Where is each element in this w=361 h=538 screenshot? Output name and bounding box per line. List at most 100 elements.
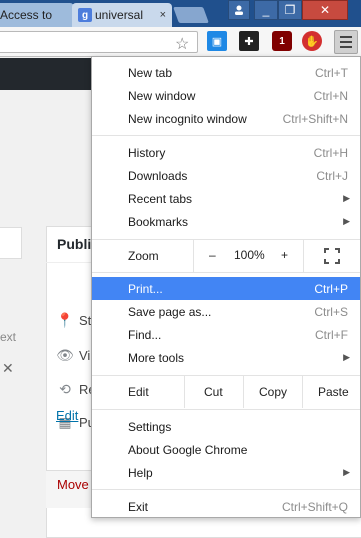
submenu-arrow-icon: ▶ — [343, 352, 350, 362]
address-bar[interactable]: ☆ — [0, 31, 198, 53]
menu-item-label: New tab — [128, 65, 173, 80]
zoom-label: Zoom — [128, 249, 159, 263]
menu-item-new-window[interactable]: New window Ctrl+N — [92, 84, 360, 107]
expand-icon[interactable]: ✕ — [2, 360, 14, 377]
submenu-arrow-icon: ▶ — [343, 467, 350, 477]
menu-item-label: Exit — [128, 499, 149, 514]
menu-item-shortcut: Ctrl+S — [314, 304, 348, 319]
menu-item-shortcut: Ctrl+Shift+N — [282, 111, 348, 126]
menu-item-shortcut: Ctrl+H — [313, 145, 348, 160]
user-icon[interactable] — [228, 0, 250, 20]
menu-item-exit[interactable]: Exit Ctrl+Shift+Q — [92, 495, 360, 518]
chrome-menu-button[interactable] — [334, 30, 358, 54]
menu-item-shortcut: Ctrl+P — [314, 281, 348, 296]
menu-separator — [92, 409, 360, 410]
menu-item-shortcut: Ctrl+T — [315, 65, 348, 80]
menu-item-new-incognito-window[interactable]: New incognito window Ctrl+Shift+N — [92, 107, 360, 130]
tab-close-icon[interactable]: × — [160, 9, 166, 21]
paste-button[interactable]: Paste — [318, 385, 349, 399]
menu-item-label: Find... — [128, 327, 162, 342]
menu-item-label: New window — [128, 88, 196, 103]
google-favicon-icon: g — [78, 8, 92, 22]
minimize-button[interactable]: _ — [254, 0, 278, 20]
menu-item-history[interactable]: History Ctrl+H — [92, 141, 360, 164]
menu-item-label: Help — [128, 465, 153, 480]
move-to-trash-link[interactable]: Move — [57, 477, 89, 492]
history-icon: ⟲ — [59, 380, 71, 397]
menu-item-downloads[interactable]: Downloads Ctrl+J — [92, 164, 360, 187]
visibility-label: Vi — [79, 347, 91, 363]
new-tab-button[interactable] — [173, 7, 209, 23]
pin-icon: 📍 — [56, 311, 74, 328]
hamburger-line — [340, 36, 352, 38]
edit-link[interactable]: Edit — [56, 408, 78, 423]
eye-icon: 👁 — [56, 346, 74, 363]
submenu-arrow-icon: ▶ — [343, 216, 350, 226]
stop-hand-icon[interactable]: ✋ — [302, 31, 322, 51]
zoom-in-button[interactable]: + — [281, 248, 288, 262]
hamburger-line — [340, 46, 352, 48]
menu-item-label: Print... — [128, 281, 163, 296]
menu-item-label: Downloads — [128, 168, 188, 183]
submenu-arrow-icon: ▶ — [343, 193, 350, 203]
zoom-level: 100% — [234, 248, 265, 262]
menu-item-label: Save page as... — [128, 304, 212, 319]
cut-button[interactable]: Cut — [204, 385, 223, 399]
menu-item-shortcut: Ctrl+J — [316, 168, 348, 183]
bookmark-star-icon[interactable]: ☆ — [175, 34, 189, 54]
revisions-row: ⟲ Re — [57, 381, 96, 397]
menu-item-more-tools[interactable]: More tools ▶ — [92, 346, 360, 369]
menu-item-settings[interactable]: Settings — [92, 415, 360, 438]
divider — [302, 376, 303, 408]
extension-grid-icon[interactable]: ✚ — [239, 31, 259, 51]
divider — [193, 240, 194, 272]
ublock-icon[interactable]: 1 — [272, 31, 292, 51]
maximize-button[interactable]: ❐ — [278, 0, 302, 20]
menu-item-bookmarks[interactable]: Bookmarks ▶ — [92, 210, 360, 233]
fullscreen-icon[interactable] — [324, 248, 340, 264]
tab-label: Access to — [0, 8, 53, 22]
menu-item-shortcut: Ctrl+Shift+Q — [281, 499, 348, 514]
menu-item-about[interactable]: About Google Chrome — [92, 438, 360, 461]
status-label: St — [79, 312, 92, 328]
menu-item-label: Settings — [128, 419, 172, 434]
edit-label: Edit — [128, 385, 149, 399]
hamburger-line — [340, 41, 352, 43]
copy-button[interactable]: Copy — [259, 385, 287, 399]
tab-access[interactable]: Access to — [0, 3, 74, 27]
menu-item-print[interactable]: Print... Ctrl+P — [92, 277, 360, 300]
chrome-menu: New tab Ctrl+T New window Ctrl+N New inc… — [91, 56, 361, 518]
menu-separator — [92, 135, 360, 136]
menu-zoom-row: Zoom – 100% + — [92, 240, 360, 272]
zoom-out-button[interactable]: – — [209, 248, 216, 262]
menu-item-save-page-as[interactable]: Save page as... Ctrl+S — [92, 300, 360, 323]
tab-universal[interactable]: g universal × — [72, 3, 172, 27]
menu-item-label: New incognito window — [128, 111, 247, 126]
menu-item-shortcut: Ctrl+F — [315, 327, 348, 342]
menu-separator — [92, 489, 360, 490]
visibility-row: 👁 Vi — [56, 346, 91, 363]
menu-edit-row: Edit Cut Copy Paste — [92, 376, 360, 408]
menu-item-label: About Google Chrome — [128, 442, 248, 457]
menu-item-new-tab[interactable]: New tab Ctrl+T — [92, 61, 360, 84]
extension-blue-icon[interactable]: ▣ — [207, 31, 227, 51]
menu-item-shortcut: Ctrl+N — [313, 88, 348, 103]
left-panel-text: ext — [0, 330, 17, 344]
divider — [303, 240, 304, 272]
menu-item-find[interactable]: Find... Ctrl+F — [92, 323, 360, 346]
menu-item-label: More tools — [128, 350, 185, 365]
ublock-badge: 1 — [279, 35, 285, 47]
divider — [184, 376, 185, 408]
divider — [243, 376, 244, 408]
menu-separator — [92, 272, 360, 273]
menu-item-label: Bookmarks — [128, 214, 189, 229]
tab-label: universal — [95, 8, 144, 22]
status-row: 📍 St — [56, 311, 92, 328]
left-panel — [0, 227, 22, 259]
menu-item-label: History — [128, 145, 166, 160]
menu-item-recent-tabs[interactable]: Recent tabs ▶ — [92, 187, 360, 210]
menu-item-help[interactable]: Help ▶ — [92, 461, 360, 484]
publish-title: Publi — [57, 236, 92, 252]
menu-item-label: Recent tabs — [128, 191, 193, 206]
close-window-button[interactable]: ✕ — [302, 0, 348, 20]
